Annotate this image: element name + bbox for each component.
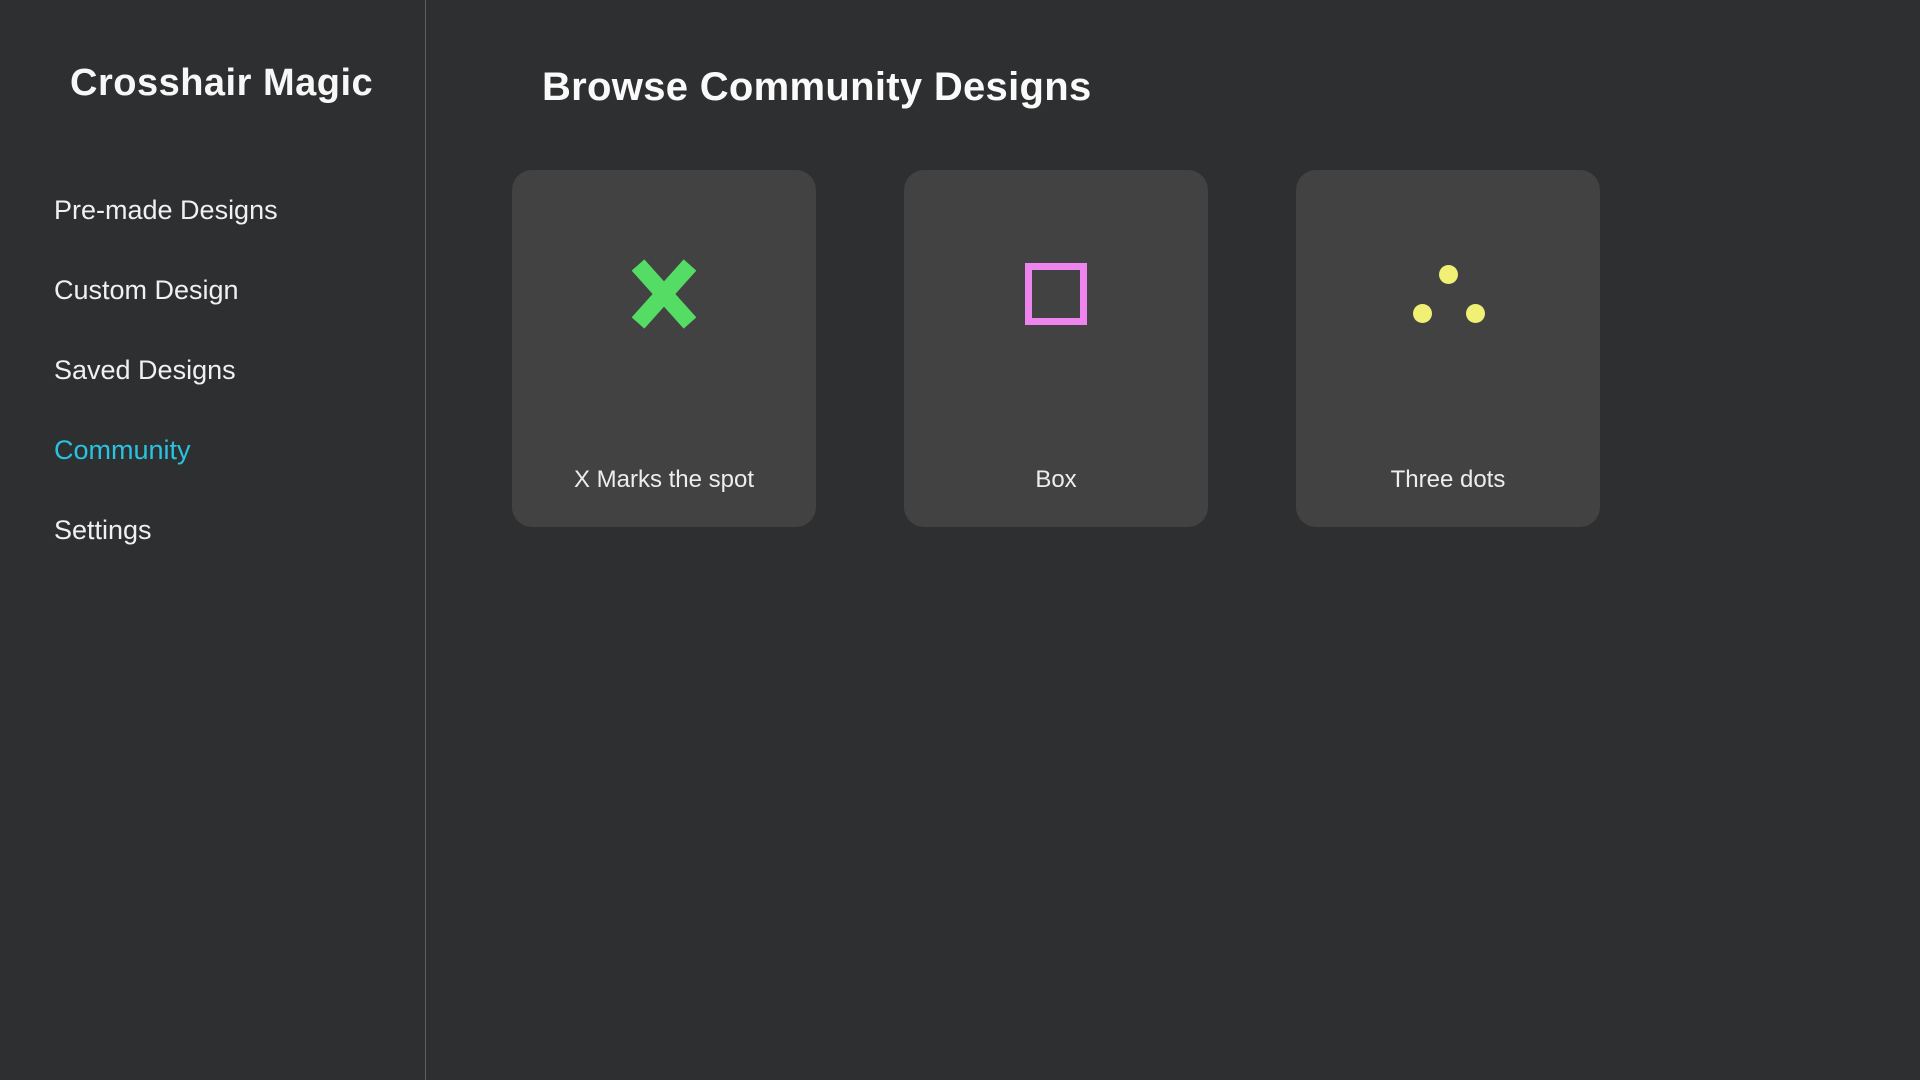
sidebar-item-saved-designs[interactable]: Saved Designs	[0, 330, 425, 410]
sidebar-item-label: Settings	[54, 515, 152, 546]
dot	[1466, 304, 1485, 323]
app-window: Crosshair Magic Pre-made Designs Custom …	[0, 0, 1920, 1080]
sidebar-item-community[interactable]: Community	[0, 410, 425, 490]
x-cross-icon	[626, 255, 702, 333]
page-title: Browse Community Designs	[542, 62, 1920, 112]
three-dots-icon	[1403, 265, 1493, 324]
design-card-box[interactable]: Box	[904, 170, 1208, 527]
design-name: X Marks the spot	[512, 466, 816, 494]
sidebar-item-label: Community	[54, 435, 191, 466]
design-card-x-marks-the-spot[interactable]: X Marks the spot	[512, 170, 816, 527]
design-card-three-dots[interactable]: Three dots	[1296, 170, 1600, 527]
design-preview	[904, 170, 1208, 418]
dot	[1439, 265, 1458, 284]
sidebar-item-premade-designs[interactable]: Pre-made Designs	[0, 170, 425, 250]
design-preview	[512, 170, 816, 418]
sidebar: Crosshair Magic Pre-made Designs Custom …	[0, 0, 426, 1080]
design-name: Three dots	[1296, 466, 1600, 494]
design-preview	[1296, 170, 1600, 418]
sidebar-item-settings[interactable]: Settings	[0, 490, 425, 570]
community-designs-grid: X Marks the spot Box Three dots	[426, 170, 1920, 527]
sidebar-item-label: Custom Design	[54, 275, 239, 306]
sidebar-item-custom-design[interactable]: Custom Design	[0, 250, 425, 330]
box-outline-icon	[1025, 263, 1087, 325]
sidebar-item-label: Pre-made Designs	[54, 195, 278, 226]
main-content: Browse Community Designs X Marks the spo…	[426, 0, 1920, 1080]
design-name: Box	[904, 466, 1208, 494]
sidebar-nav: Pre-made Designs Custom Design Saved Des…	[0, 170, 425, 570]
app-title: Crosshair Magic	[70, 62, 425, 105]
dot	[1413, 304, 1432, 323]
sidebar-item-label: Saved Designs	[54, 355, 236, 386]
